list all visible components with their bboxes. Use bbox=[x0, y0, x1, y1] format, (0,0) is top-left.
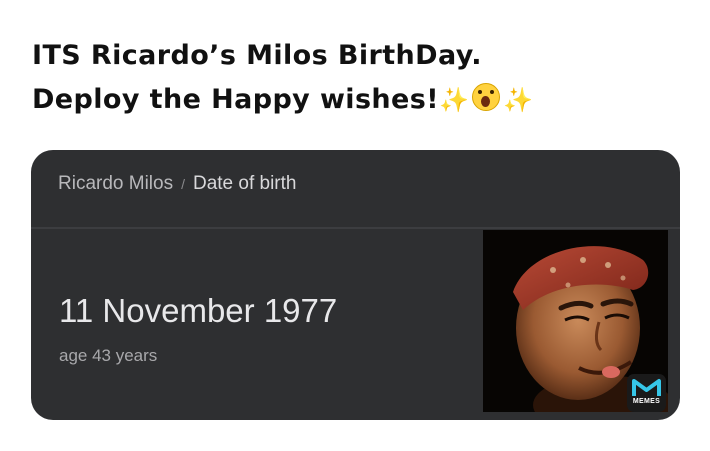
knowledge-card: Ricardo Milos / Date of birth 11 November … bbox=[31, 150, 680, 420]
sparkles-icon: ✨ bbox=[438, 86, 470, 114]
breadcrumb-attribute: Date of birth bbox=[192, 173, 297, 194]
memes-watermark-text: MEMES bbox=[632, 398, 661, 405]
breadcrumb: Ricardo Milos / Date of birth bbox=[58, 173, 296, 195]
caption-line-2-text: Deploy the Happy wishes! bbox=[32, 84, 439, 115]
breadcrumb-separator: / bbox=[181, 176, 185, 192]
birth-date-answer: 11 November 1977 bbox=[59, 292, 338, 329]
memes-logo-icon bbox=[632, 379, 661, 396]
breadcrumb-entity[interactable]: Ricardo Milos bbox=[58, 173, 173, 194]
caption-line-1: ITS Ricardo’s Milos BirthDay. bbox=[32, 40, 482, 71]
card-divider bbox=[31, 227, 680, 229]
sparkles-icon: ✨ bbox=[503, 86, 534, 114]
face-screaming-icon bbox=[472, 83, 501, 111]
age-subtext: age 43 years bbox=[59, 346, 158, 365]
caption-line-2: Deploy the Happy wishes!✨ ✨ bbox=[32, 78, 692, 122]
memes-watermark: MEMES bbox=[627, 374, 666, 412]
meme-caption: ITS Ricardo’s Milos BirthDay. Deploy the… bbox=[32, 34, 692, 122]
